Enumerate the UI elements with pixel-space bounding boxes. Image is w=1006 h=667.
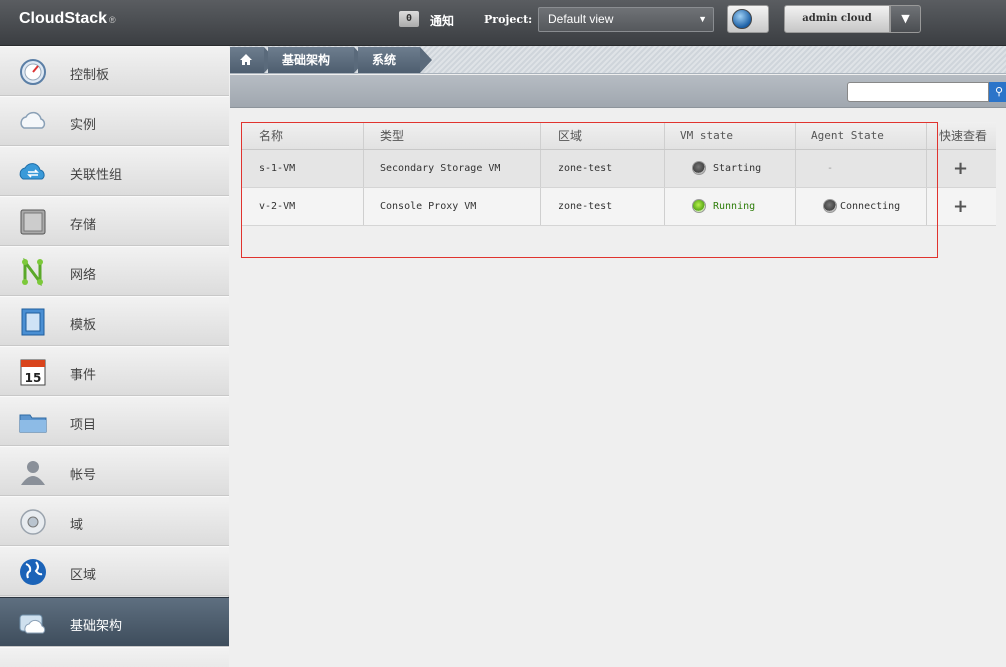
table-header: 名称 类型 区域 VM state Agent State 快速查看 [241, 122, 996, 150]
column-header-type[interactable]: 类型 [364, 122, 541, 149]
sidebar-item-zones[interactable]: 区域 [0, 546, 229, 596]
project-select-value: Default view [548, 12, 614, 26]
column-header-zone[interactable]: 区域 [541, 122, 665, 149]
dashboard-icon [20, 59, 46, 85]
globe-icon [732, 9, 752, 29]
calendar-icon: 15 [20, 359, 46, 386]
template-icon [21, 308, 45, 336]
search-input[interactable] [847, 82, 989, 102]
chevron-down-icon: ▼ [698, 14, 707, 24]
app-logo[interactable]: CloudStack ® [19, 10, 116, 28]
sidebar-item-dashboard[interactable]: 控制板 [0, 46, 229, 96]
sidebar-item-network[interactable]: 网络 [0, 246, 229, 296]
chevron-down-icon: ▼ [901, 12, 910, 25]
cloud-icon [20, 111, 46, 129]
user-menu-button[interactable]: admin cloud [784, 5, 890, 33]
cell-name: s-1-VM [241, 150, 364, 187]
cell-name: v-2-VM [241, 188, 364, 225]
infrastructure-icon [19, 614, 46, 634]
status-connecting-icon [823, 199, 837, 213]
affinity-cloud-icon [19, 163, 45, 180]
globe-icon [20, 559, 46, 585]
cell-zone: zone-test [541, 188, 665, 225]
sidebar-item-label: 网络 [70, 268, 97, 283]
top-header: CloudStack ® 0 通知 Project: Default view ▼… [0, 0, 1006, 46]
cell-type: Console Proxy VM [364, 188, 541, 225]
main-content: 名称 类型 区域 VM state Agent State 快速查看 s-1-V… [230, 109, 1006, 667]
quick-view-plus-icon[interactable]: + [953, 160, 968, 178]
cell-quick-view: + [927, 150, 996, 187]
cell-zone: zone-test [541, 150, 665, 187]
breadcrumb-home[interactable] [230, 47, 276, 73]
cell-vm-state: Running [665, 188, 796, 225]
quick-view-plus-icon[interactable]: + [953, 198, 968, 216]
sidebar-item-label: 实例 [70, 118, 97, 133]
table-row[interactable]: s-1-VM Secondary Storage VM zone-test St… [241, 150, 996, 188]
sidebar-item-label: 事件 [70, 368, 97, 383]
user-menu-dropdown[interactable]: ▼ [890, 5, 921, 33]
sidebar-item-affinity-groups[interactable]: 关联性组 [0, 146, 229, 196]
sidebar-item-label: 控制板 [70, 68, 110, 83]
agent-state-text: Connecting [840, 201, 901, 212]
cell-type: Secondary Storage VM [364, 150, 541, 187]
globe-grid-icon [18, 659, 48, 667]
toolbar: ⚲ [230, 75, 1006, 108]
sidebar-item-events[interactable]: 15 事件 [0, 346, 229, 396]
domain-icon [20, 509, 46, 535]
language-button[interactable] [727, 5, 769, 33]
project-select[interactable]: Default view ▼ [538, 7, 714, 32]
sidebar-item-instances[interactable]: 实例 [0, 96, 229, 146]
sidebar-item-label: 项目 [70, 418, 97, 433]
storage-icon [20, 209, 46, 235]
cell-quick-view: + [927, 188, 996, 225]
status-stopped-icon [692, 161, 706, 175]
sidebar-item-label: 基础架构 [70, 619, 123, 634]
sidebar-item-label: 存储 [70, 218, 97, 233]
sidebar-item-projects[interactable]: 项目 [0, 396, 229, 446]
sidebar-item-label: 模板 [70, 318, 97, 333]
sidebar: 控制板 实例 关联性组 存储 网络 模板 15 事件 项目 帐号 域 区域 基础… [0, 46, 229, 667]
sidebar-item-storage[interactable]: 存储 [0, 196, 229, 246]
column-header-quick-view: 快速查看 [939, 129, 988, 143]
vm-state-text: Running [713, 201, 756, 212]
sidebar-item-next[interactable] [0, 647, 229, 667]
folder-icon [19, 414, 47, 433]
notification-count-badge[interactable]: 0 [399, 11, 419, 27]
sidebar-item-label: 帐号 [70, 468, 97, 483]
column-header-agent-state[interactable]: Agent State [796, 122, 927, 149]
table-row[interactable]: v-2-VM Console Proxy VM zone-test Runnin… [241, 188, 996, 226]
notification-link[interactable]: 通知 [430, 12, 454, 29]
sidebar-item-accounts[interactable]: 帐号 [0, 446, 229, 496]
sidebar-item-label: 域 [70, 518, 84, 533]
sidebar-item-templates[interactable]: 模板 [0, 296, 229, 346]
user-icon [21, 461, 45, 485]
search-button[interactable]: ⚲ [989, 82, 1006, 102]
column-header-name[interactable]: 名称 [241, 122, 364, 149]
sidebar-item-infrastructure[interactable]: 基础架构 [0, 597, 229, 647]
sidebar-item-label: 关联性组 [70, 168, 123, 183]
cell-vm-state: Starting [665, 150, 796, 187]
column-header-vm-state[interactable]: VM state [665, 122, 796, 149]
search-icon: ⚲ [994, 85, 1004, 98]
sidebar-item-label: 区域 [70, 568, 97, 583]
vm-state-text: Starting [713, 163, 762, 174]
status-running-icon [692, 199, 706, 213]
network-icon [22, 258, 43, 286]
home-icon [240, 54, 252, 65]
breadcrumb: 基础架构 系统 VM [230, 46, 1006, 93]
calendar-day: 15 [25, 371, 42, 385]
breadcrumb-infrastructure[interactable]: 基础架构 [268, 47, 366, 73]
cell-agent-state: Connecting [796, 188, 927, 225]
cell-agent-state: - [796, 150, 927, 187]
breadcrumb-system-vm[interactable]: 系统 VM [358, 47, 432, 93]
project-label: Project: [484, 13, 533, 26]
sidebar-item-domains[interactable]: 域 [0, 496, 229, 546]
